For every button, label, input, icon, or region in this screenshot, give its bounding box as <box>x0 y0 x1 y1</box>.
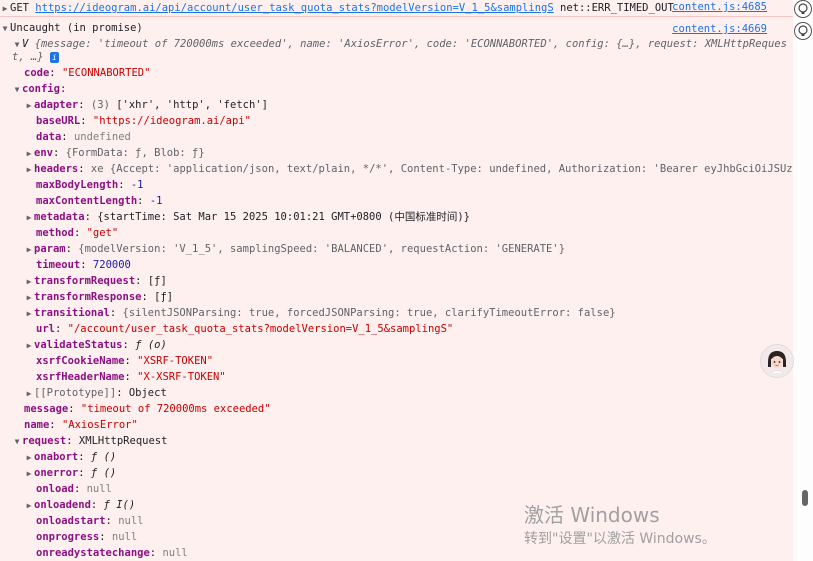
request-url-link[interactable]: https://ideogram.ai/api/account/user_tas… <box>35 2 553 14</box>
expand-arrow-icon[interactable]: ▶ <box>24 98 34 113</box>
expand-arrow-icon[interactable]: ▶ <box>24 466 34 481</box>
summary-text-cont: t, …} <box>12 51 44 63</box>
prop-baseURL: baseURL: "https://ideogram.ai/api" <box>36 115 251 127</box>
lightbulb-icon[interactable] <box>794 0 812 18</box>
prop-metadata[interactable]: ▶ metadata: {startTime: Sat Mar 15 2025 1… <box>24 209 793 225</box>
watermark-subtitle: 转到"设置"以激活 Windows。 <box>524 531 716 547</box>
prop-code: code: "ECONNABORTED" <box>24 67 151 79</box>
collapse-arrow-icon[interactable]: ▼ <box>0 21 10 36</box>
prop-onabort[interactable]: ▶ onabort: ƒ () <box>24 449 793 465</box>
windows-activation-watermark: 激活 Windows 转到"设置"以激活 Windows。 <box>524 503 716 549</box>
scrollbar-thumb[interactable] <box>802 490 808 506</box>
prop-maxBodyLength: maxBodyLength: -1 <box>36 179 144 191</box>
expand-arrow-icon[interactable]: ▶ <box>24 306 34 321</box>
prop-message: message: "timeout of 720000ms exceeded" <box>24 403 271 415</box>
source-link-4669[interactable]: content.js:4669 <box>672 22 767 36</box>
expand-arrow-icon[interactable]: ▶ <box>24 146 34 161</box>
prop-data: data: undefined <box>36 131 131 143</box>
error-summary-line2: t, …} i <box>12 49 793 65</box>
prop-env[interactable]: ▶ env: {FormData: ƒ, Blob: ƒ} <box>24 145 793 161</box>
source-link-4685[interactable]: content.js:4685 <box>672 0 767 14</box>
prop-param[interactable]: ▶ param: {modelVersion: 'V_1_5', sampling… <box>24 241 793 257</box>
prop-transformRequest[interactable]: ▶ transformRequest: [ƒ] <box>24 273 793 289</box>
expand-arrow-icon[interactable]: ▶ <box>24 450 34 465</box>
expand-arrow-icon[interactable]: ▶ <box>24 338 34 353</box>
prop-onerror[interactable]: ▶ onerror: ƒ () <box>24 465 793 481</box>
expand-arrow-icon[interactable]: ▶ <box>24 290 34 305</box>
prop-transformResponse[interactable]: ▶ transformResponse: [ƒ] <box>24 289 793 305</box>
uncaught-label: Uncaught (in promise) <box>10 22 143 34</box>
prop-prototype[interactable]: ▶ [[Prototype]]: Object <box>24 385 793 401</box>
prop-headers[interactable]: ▶ headers: xe {Accept: 'application/json,… <box>24 161 793 177</box>
prop-url: url: "/account/user_task_quota_stats?mod… <box>36 323 454 335</box>
prop-onload: onload: null <box>36 483 112 495</box>
prop-xsrfHeaderName: xsrfHeaderName: "X-XSRF-TOKEN" <box>36 371 226 383</box>
prop-maxContentLength: maxContentLength: -1 <box>36 195 163 207</box>
lightbulb-icon-2[interactable] <box>794 22 812 40</box>
prop-xsrfCookieName: xsrfCookieName: "XSRF-TOKEN" <box>36 355 214 367</box>
prop-transitional[interactable]: ▶ transitional: {silentJSONParsing: true,… <box>24 305 793 321</box>
collapse-arrow-icon[interactable]: ▼ <box>12 82 22 97</box>
watermark-title: 激活 Windows <box>524 503 660 527</box>
prop-validateStatus[interactable]: ▶ validateStatus: ƒ (o) <box>24 337 793 353</box>
assistant-avatar-icon[interactable] <box>760 344 794 378</box>
prop-adapter[interactable]: ▶ adapter: (3) ['xhr', 'http', 'fetch'] <box>24 97 793 113</box>
info-icon[interactable]: i <box>49 51 59 63</box>
prop-method: method: "get" <box>36 227 119 239</box>
expand-arrow-icon[interactable]: ▶ <box>24 498 34 513</box>
expand-arrow-icon[interactable]: ▶ <box>0 1 10 16</box>
console-scrollbar[interactable] <box>793 0 813 561</box>
error-code: net::ERR_TIMED_OUT <box>560 2 674 14</box>
expand-arrow-icon[interactable]: ▶ <box>24 386 34 401</box>
request-method: GET <box>10 2 29 14</box>
prop-name: name: "AxiosError" <box>24 419 138 431</box>
expand-arrow-icon[interactable]: ▶ <box>24 274 34 289</box>
expand-arrow-icon[interactable]: ▶ <box>24 162 34 177</box>
prop-timeout: timeout: 720000 <box>36 259 131 271</box>
collapse-arrow-icon[interactable]: ▼ <box>12 434 22 449</box>
expand-arrow-icon[interactable]: ▶ <box>24 242 34 257</box>
prop-request[interactable]: ▼ request: XMLHttpRequest <box>12 433 793 449</box>
prop-config[interactable]: ▼ config: <box>12 81 793 97</box>
expand-arrow-icon[interactable]: ▶ <box>24 210 34 225</box>
